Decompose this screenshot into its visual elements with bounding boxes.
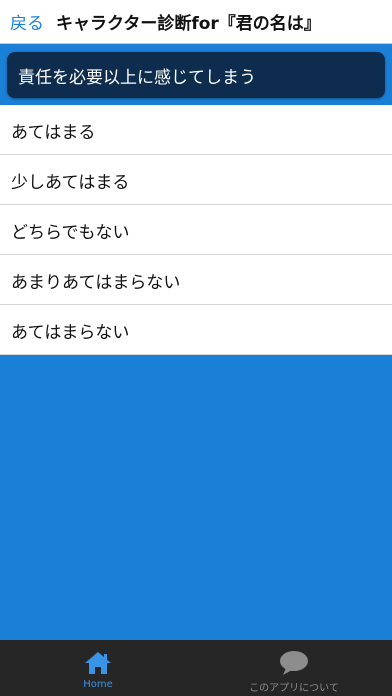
answer-option[interactable]: あまりあてはまらない xyxy=(0,255,392,305)
question-text: 責任を必要以上に感じてしまう xyxy=(18,68,256,88)
answer-option[interactable]: あてはまらない xyxy=(0,305,392,355)
answer-option[interactable]: 少しあてはまる xyxy=(0,155,392,205)
home-icon xyxy=(85,652,111,674)
navigation-bar: 戻る キャラクター診断for『君の名は』 xyxy=(0,0,392,44)
answer-label: 少しあてはまる xyxy=(11,173,130,193)
answer-list: あてはまる 少しあてはまる どちらでもない あまりあてはまらない あてはまらない xyxy=(0,105,392,355)
back-button[interactable]: 戻る xyxy=(10,9,44,34)
answer-label: あてはまらない xyxy=(11,323,130,343)
tab-about[interactable]: このアプリについて xyxy=(196,640,392,696)
speech-bubble-icon xyxy=(280,651,308,675)
answer-label: あてはまる xyxy=(11,123,96,143)
answer-label: あまりあてはまらない xyxy=(11,273,181,293)
tab-bar: Home このアプリについて xyxy=(0,640,392,696)
question-card: 責任を必要以上に感じてしまう xyxy=(7,52,385,98)
tab-about-label: このアプリについて xyxy=(249,683,339,694)
answer-label: どちらでもない xyxy=(11,223,130,243)
page-title: キャラクター診断for『君の名は』 xyxy=(56,14,321,34)
tab-home-label: Home xyxy=(83,679,113,690)
answer-option[interactable]: どちらでもない xyxy=(0,205,392,255)
answer-option[interactable]: あてはまる xyxy=(0,105,392,155)
tab-home[interactable]: Home xyxy=(0,640,196,696)
